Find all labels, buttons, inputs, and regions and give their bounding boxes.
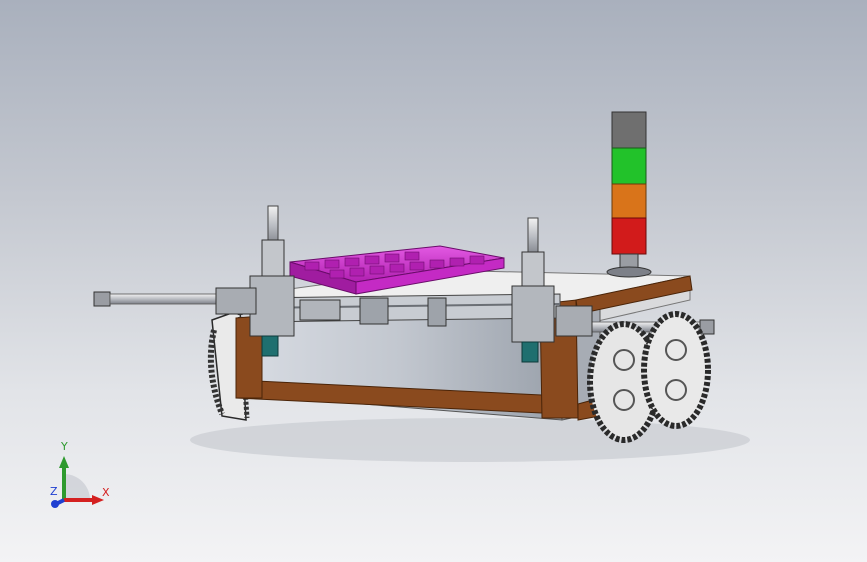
x-axis-label: X [102,486,110,499]
z-axis-label: Z [50,485,58,498]
y-axis-label: Y [60,440,68,453]
right-tracks [587,311,711,443]
robot-cad-model[interactable] [0,0,867,562]
z-axis-dot [51,500,59,508]
stack-light [606,111,652,278]
y-axis-arrow [59,456,69,468]
triad-arc [64,474,90,500]
graphics-viewport[interactable]: Y X Z [0,0,867,562]
coordinate-triad-icon: Y X Z [50,440,110,508]
